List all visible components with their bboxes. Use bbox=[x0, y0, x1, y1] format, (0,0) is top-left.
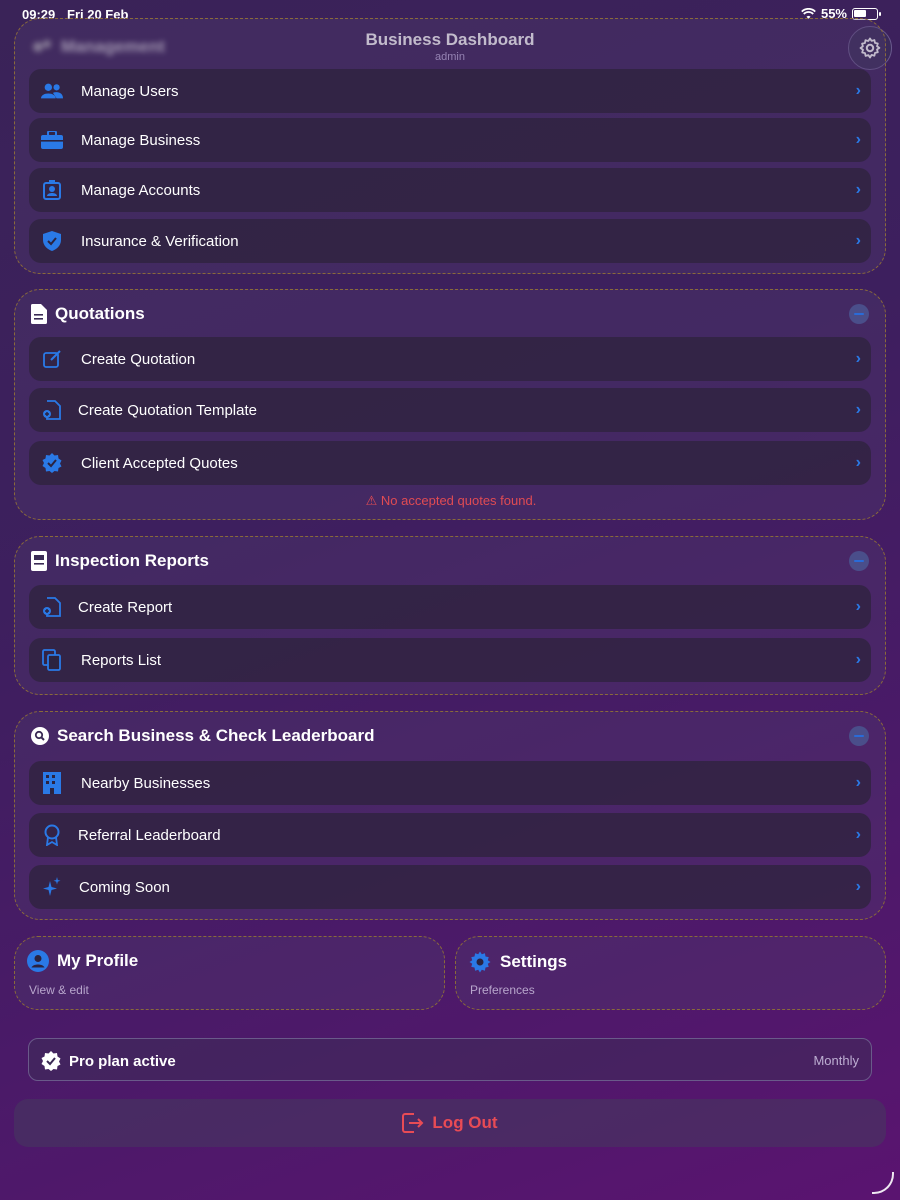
chevron-right-icon: › bbox=[855, 131, 861, 148]
settings-title: Settings bbox=[500, 952, 568, 971]
menu-item-label: Reports List bbox=[81, 651, 162, 669]
search-leaderboard-title: Search Business & Check Leaderboard bbox=[57, 726, 375, 745]
menu-item-label: Manage Users bbox=[81, 82, 179, 100]
inspection-reports-title: Inspection Reports bbox=[55, 551, 209, 570]
menu-item-label: Create Report bbox=[78, 598, 173, 616]
inspection-reports-header[interactable]: Inspection Reports bbox=[31, 551, 209, 571]
menu-item-referral-leaderboard[interactable]: Referral Leaderboard › bbox=[29, 813, 871, 857]
menu-item-label: Create Quotation Template bbox=[78, 401, 257, 419]
management-title: Management bbox=[61, 37, 165, 56]
chevron-right-icon: › bbox=[855, 454, 861, 471]
menu-item-reports-list[interactable]: Reports List › bbox=[29, 638, 871, 682]
gears-icon bbox=[33, 40, 51, 52]
resize-handle bbox=[872, 1172, 894, 1194]
menu-item-manage-business[interactable]: Manage Business › bbox=[29, 118, 871, 162]
menu-item-label: Coming Soon bbox=[79, 878, 170, 896]
chevron-right-icon: › bbox=[855, 826, 861, 843]
menu-item-nearby-businesses[interactable]: Nearby Businesses › bbox=[29, 761, 871, 805]
menu-item-label: Client Accepted Quotes bbox=[81, 454, 238, 472]
quotations-header[interactable]: Quotations bbox=[31, 304, 145, 324]
menu-item-label: Nearby Businesses bbox=[81, 774, 211, 792]
chevron-right-icon: › bbox=[855, 651, 861, 668]
search-leaderboard-header[interactable]: Search Business & Check Leaderboard bbox=[31, 726, 374, 746]
menu-item-insurance-verification[interactable]: Insurance & Verification › bbox=[29, 219, 871, 263]
search-leaderboard-section: Search Business & Check Leaderboard Near… bbox=[14, 711, 886, 920]
menu-item-manage-users[interactable]: Manage Users › bbox=[29, 69, 871, 113]
menu-item-label: Manage Accounts bbox=[81, 181, 201, 199]
sparkles-icon bbox=[41, 876, 63, 898]
chevron-right-icon: › bbox=[855, 350, 861, 367]
badge-check-icon bbox=[41, 452, 63, 474]
menu-item-manage-accounts[interactable]: Manage Accounts › bbox=[29, 168, 871, 212]
chevron-right-icon: › bbox=[855, 401, 861, 418]
my-profile-title: My Profile bbox=[57, 951, 139, 970]
chevron-right-icon: › bbox=[855, 774, 861, 791]
chevron-right-icon: › bbox=[855, 82, 861, 99]
badge-check-icon bbox=[41, 1051, 61, 1071]
menu-item-create-quotation-template[interactable]: Create Quotation Template › bbox=[29, 388, 871, 432]
settings-header: Settings bbox=[468, 950, 567, 974]
logout-label: Log Out bbox=[432, 1113, 498, 1132]
my-profile-card[interactable]: My Profile View & edit bbox=[14, 936, 445, 1010]
profile-icon bbox=[27, 950, 49, 972]
chevron-right-icon: › bbox=[855, 181, 861, 198]
document-add-icon bbox=[41, 399, 63, 421]
edit-icon bbox=[41, 348, 63, 370]
plan-status: Pro plan active bbox=[41, 1051, 176, 1071]
collapse-button[interactable] bbox=[849, 726, 869, 746]
report-icon bbox=[31, 551, 47, 571]
menu-item-client-accepted-quotes[interactable]: Client Accepted Quotes › bbox=[29, 441, 871, 485]
quotations-section: Quotations Create Quotation › Create Quo… bbox=[14, 289, 886, 520]
menu-item-create-quotation[interactable]: Create Quotation › bbox=[29, 337, 871, 381]
document-icon bbox=[31, 304, 47, 324]
my-profile-header: My Profile bbox=[27, 950, 138, 972]
collapse-button[interactable] bbox=[849, 551, 869, 571]
my-profile-subtitle: View & edit bbox=[29, 983, 89, 997]
management-section: Management Manage Users › Manage Busines… bbox=[14, 18, 886, 274]
briefcase-icon bbox=[41, 129, 63, 151]
account-icon bbox=[41, 179, 63, 201]
users-icon bbox=[41, 80, 63, 102]
chevron-right-icon: › bbox=[855, 878, 861, 895]
plan-title: Pro plan active bbox=[69, 1052, 176, 1070]
award-icon bbox=[41, 824, 63, 846]
building-icon bbox=[41, 772, 63, 794]
logout-button[interactable]: Log Out bbox=[14, 1099, 886, 1147]
menu-item-create-report[interactable]: Create Report › bbox=[29, 585, 871, 629]
menu-item-label: Referral Leaderboard bbox=[78, 826, 221, 844]
plan-status-bar: Pro plan active Monthly bbox=[28, 1038, 872, 1081]
chevron-right-icon: › bbox=[855, 232, 861, 249]
search-icon bbox=[31, 727, 49, 745]
gear-icon bbox=[469, 951, 491, 973]
menu-item-label: Insurance & Verification bbox=[81, 232, 239, 250]
settings-subtitle: Preferences bbox=[470, 983, 535, 997]
collapse-button[interactable] bbox=[849, 304, 869, 324]
logout-icon bbox=[402, 1113, 424, 1133]
documents-icon bbox=[41, 649, 63, 671]
settings-card[interactable]: Settings Preferences bbox=[455, 936, 886, 1010]
menu-item-label: Manage Business bbox=[81, 131, 201, 149]
no-quotes-warning: ⚠ No accepted quotes found. bbox=[365, 493, 537, 508]
plan-period: Monthly bbox=[813, 1053, 859, 1068]
menu-item-coming-soon[interactable]: Coming Soon › bbox=[29, 865, 871, 909]
inspection-reports-section: Inspection Reports Create Report › Repor… bbox=[14, 536, 886, 695]
chevron-right-icon: › bbox=[855, 598, 861, 615]
management-header: Management bbox=[31, 37, 165, 57]
shield-check-icon bbox=[41, 230, 63, 252]
quotations-title: Quotations bbox=[55, 304, 145, 323]
document-add-icon bbox=[41, 596, 63, 618]
menu-item-label: Create Quotation bbox=[81, 350, 196, 368]
